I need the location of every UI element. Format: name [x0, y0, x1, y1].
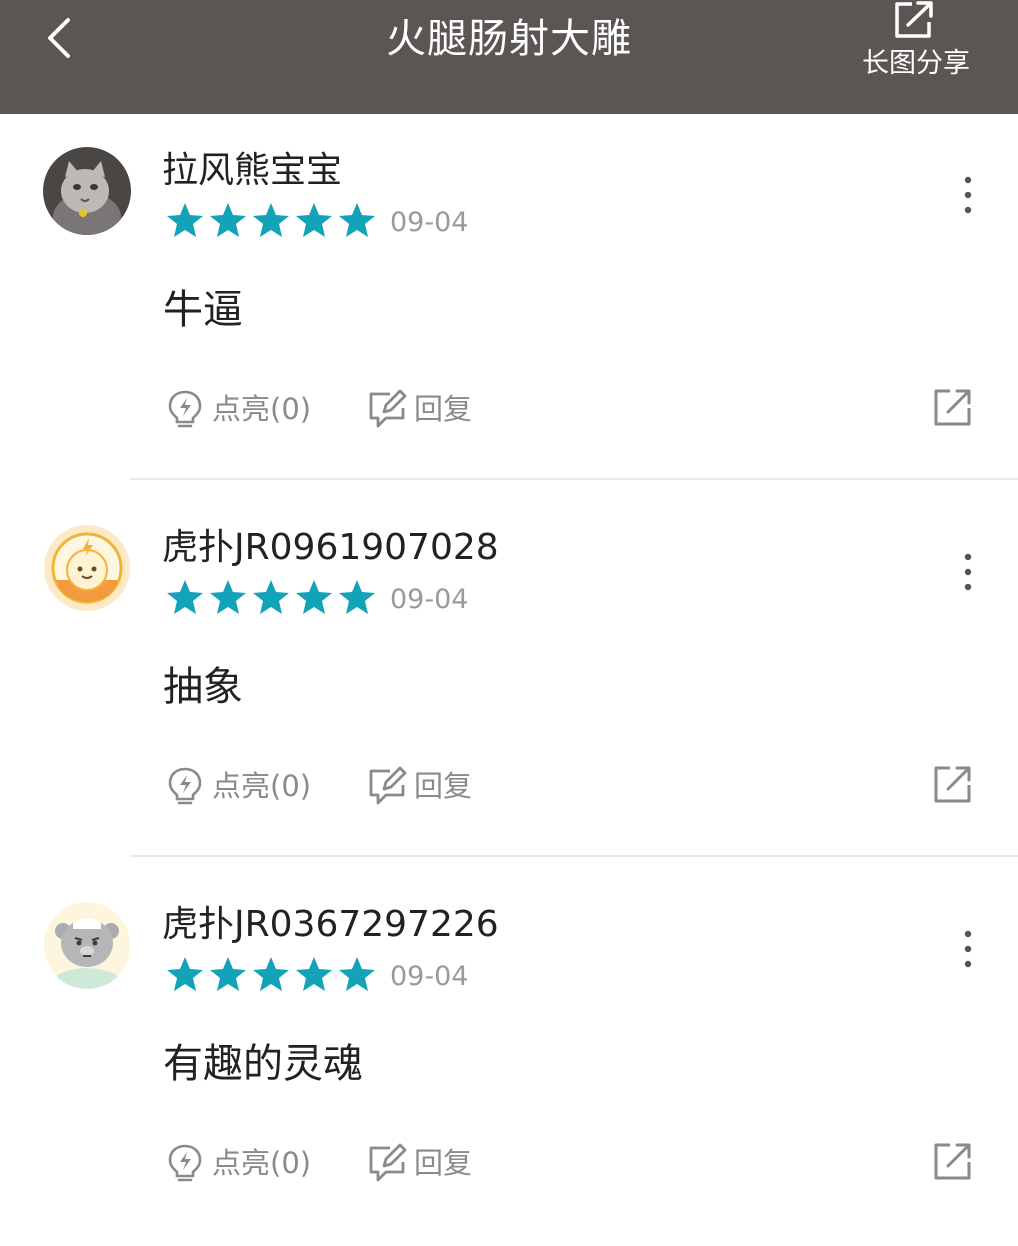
- star-rating: [167, 580, 375, 614]
- star-icon: [253, 957, 289, 991]
- long-image-share-button[interactable]: 长图分享: [848, 0, 984, 90]
- forward-button[interactable]: [932, 1140, 974, 1182]
- comment-date: 09-04: [390, 207, 469, 238]
- light-up-button[interactable]: 点亮(0): [164, 763, 334, 809]
- edit-icon: [369, 389, 407, 428]
- grey-bear-avatar-icon: [44, 902, 130, 989]
- reply-label: 回复: [414, 1146, 473, 1180]
- star-rating: [167, 957, 375, 991]
- star-icon: [210, 580, 246, 614]
- reply-button[interactable]: 回复: [366, 763, 496, 809]
- lightbulb-icon: [168, 1144, 202, 1182]
- lightning-face-avatar-icon: [44, 525, 130, 611]
- username[interactable]: 虎扑JR0367297226: [162, 902, 499, 948]
- star-icon: [296, 580, 332, 614]
- comment-item: 拉风熊宝宝 09-04 牛逼 点亮(0) 回复: [0, 114, 1018, 492]
- light-up-button[interactable]: 点亮(0): [164, 386, 334, 432]
- username[interactable]: 拉风熊宝宝: [162, 148, 342, 194]
- avatar[interactable]: [43, 147, 131, 235]
- external-link-icon: [934, 389, 971, 426]
- star-icon: [167, 203, 203, 237]
- more-options-button[interactable]: [948, 172, 988, 218]
- star-rating: [167, 203, 375, 237]
- reply-label: 回复: [414, 392, 473, 426]
- forward-button[interactable]: [932, 763, 974, 805]
- username[interactable]: 虎扑JR0961907028: [162, 525, 499, 571]
- comment-item: 虎扑JR0367297226 09-04 有趣的灵魂 点亮(0) 回复: [0, 868, 1018, 1246]
- lightbulb-icon: [168, 767, 202, 805]
- reply-button[interactable]: 回复: [366, 386, 496, 432]
- star-icon: [167, 580, 203, 614]
- more-options-button[interactable]: [948, 549, 988, 595]
- divider: [130, 855, 1018, 857]
- comment-date: 09-04: [390, 961, 469, 992]
- edit-icon: [369, 1143, 407, 1182]
- more-vertical-icon: [964, 176, 972, 214]
- divider: [130, 478, 1018, 480]
- more-vertical-icon: [964, 553, 972, 591]
- more-options-button[interactable]: [948, 926, 988, 972]
- lightbulb-icon: [168, 390, 202, 428]
- reply-button[interactable]: 回复: [366, 1140, 496, 1186]
- star-icon: [296, 203, 332, 237]
- star-icon: [167, 957, 203, 991]
- avatar[interactable]: [43, 901, 131, 989]
- star-icon: [339, 957, 375, 991]
- light-up-button[interactable]: 点亮(0): [164, 1140, 334, 1186]
- comment-text: 抽象: [163, 664, 243, 710]
- avatar[interactable]: [43, 524, 131, 612]
- cat-avatar-icon: [43, 147, 131, 235]
- star-icon: [210, 957, 246, 991]
- light-up-label: 点亮(0): [212, 769, 312, 803]
- share-label: 长图分享: [862, 48, 970, 79]
- comment-item: 虎扑JR0961907028 09-04 抽象 点亮(0) 回复: [0, 491, 1018, 869]
- edit-icon: [369, 766, 407, 805]
- reply-label: 回复: [414, 769, 473, 803]
- header-bar: 火腿肠射大雕 长图分享: [0, 0, 1018, 114]
- external-link-icon: [934, 1143, 971, 1180]
- star-icon: [296, 957, 332, 991]
- star-icon: [339, 580, 375, 614]
- external-share-icon: [895, 1, 933, 38]
- comment-date: 09-04: [390, 584, 469, 615]
- star-icon: [253, 580, 289, 614]
- external-link-icon: [934, 766, 971, 803]
- light-up-label: 点亮(0): [212, 1146, 312, 1180]
- star-icon: [339, 203, 375, 237]
- star-icon: [253, 203, 289, 237]
- comment-text: 有趣的灵魂: [163, 1041, 363, 1087]
- star-icon: [210, 203, 246, 237]
- light-up-label: 点亮(0): [212, 392, 312, 426]
- more-vertical-icon: [964, 930, 972, 968]
- comment-text: 牛逼: [163, 287, 243, 333]
- forward-button[interactable]: [932, 386, 974, 428]
